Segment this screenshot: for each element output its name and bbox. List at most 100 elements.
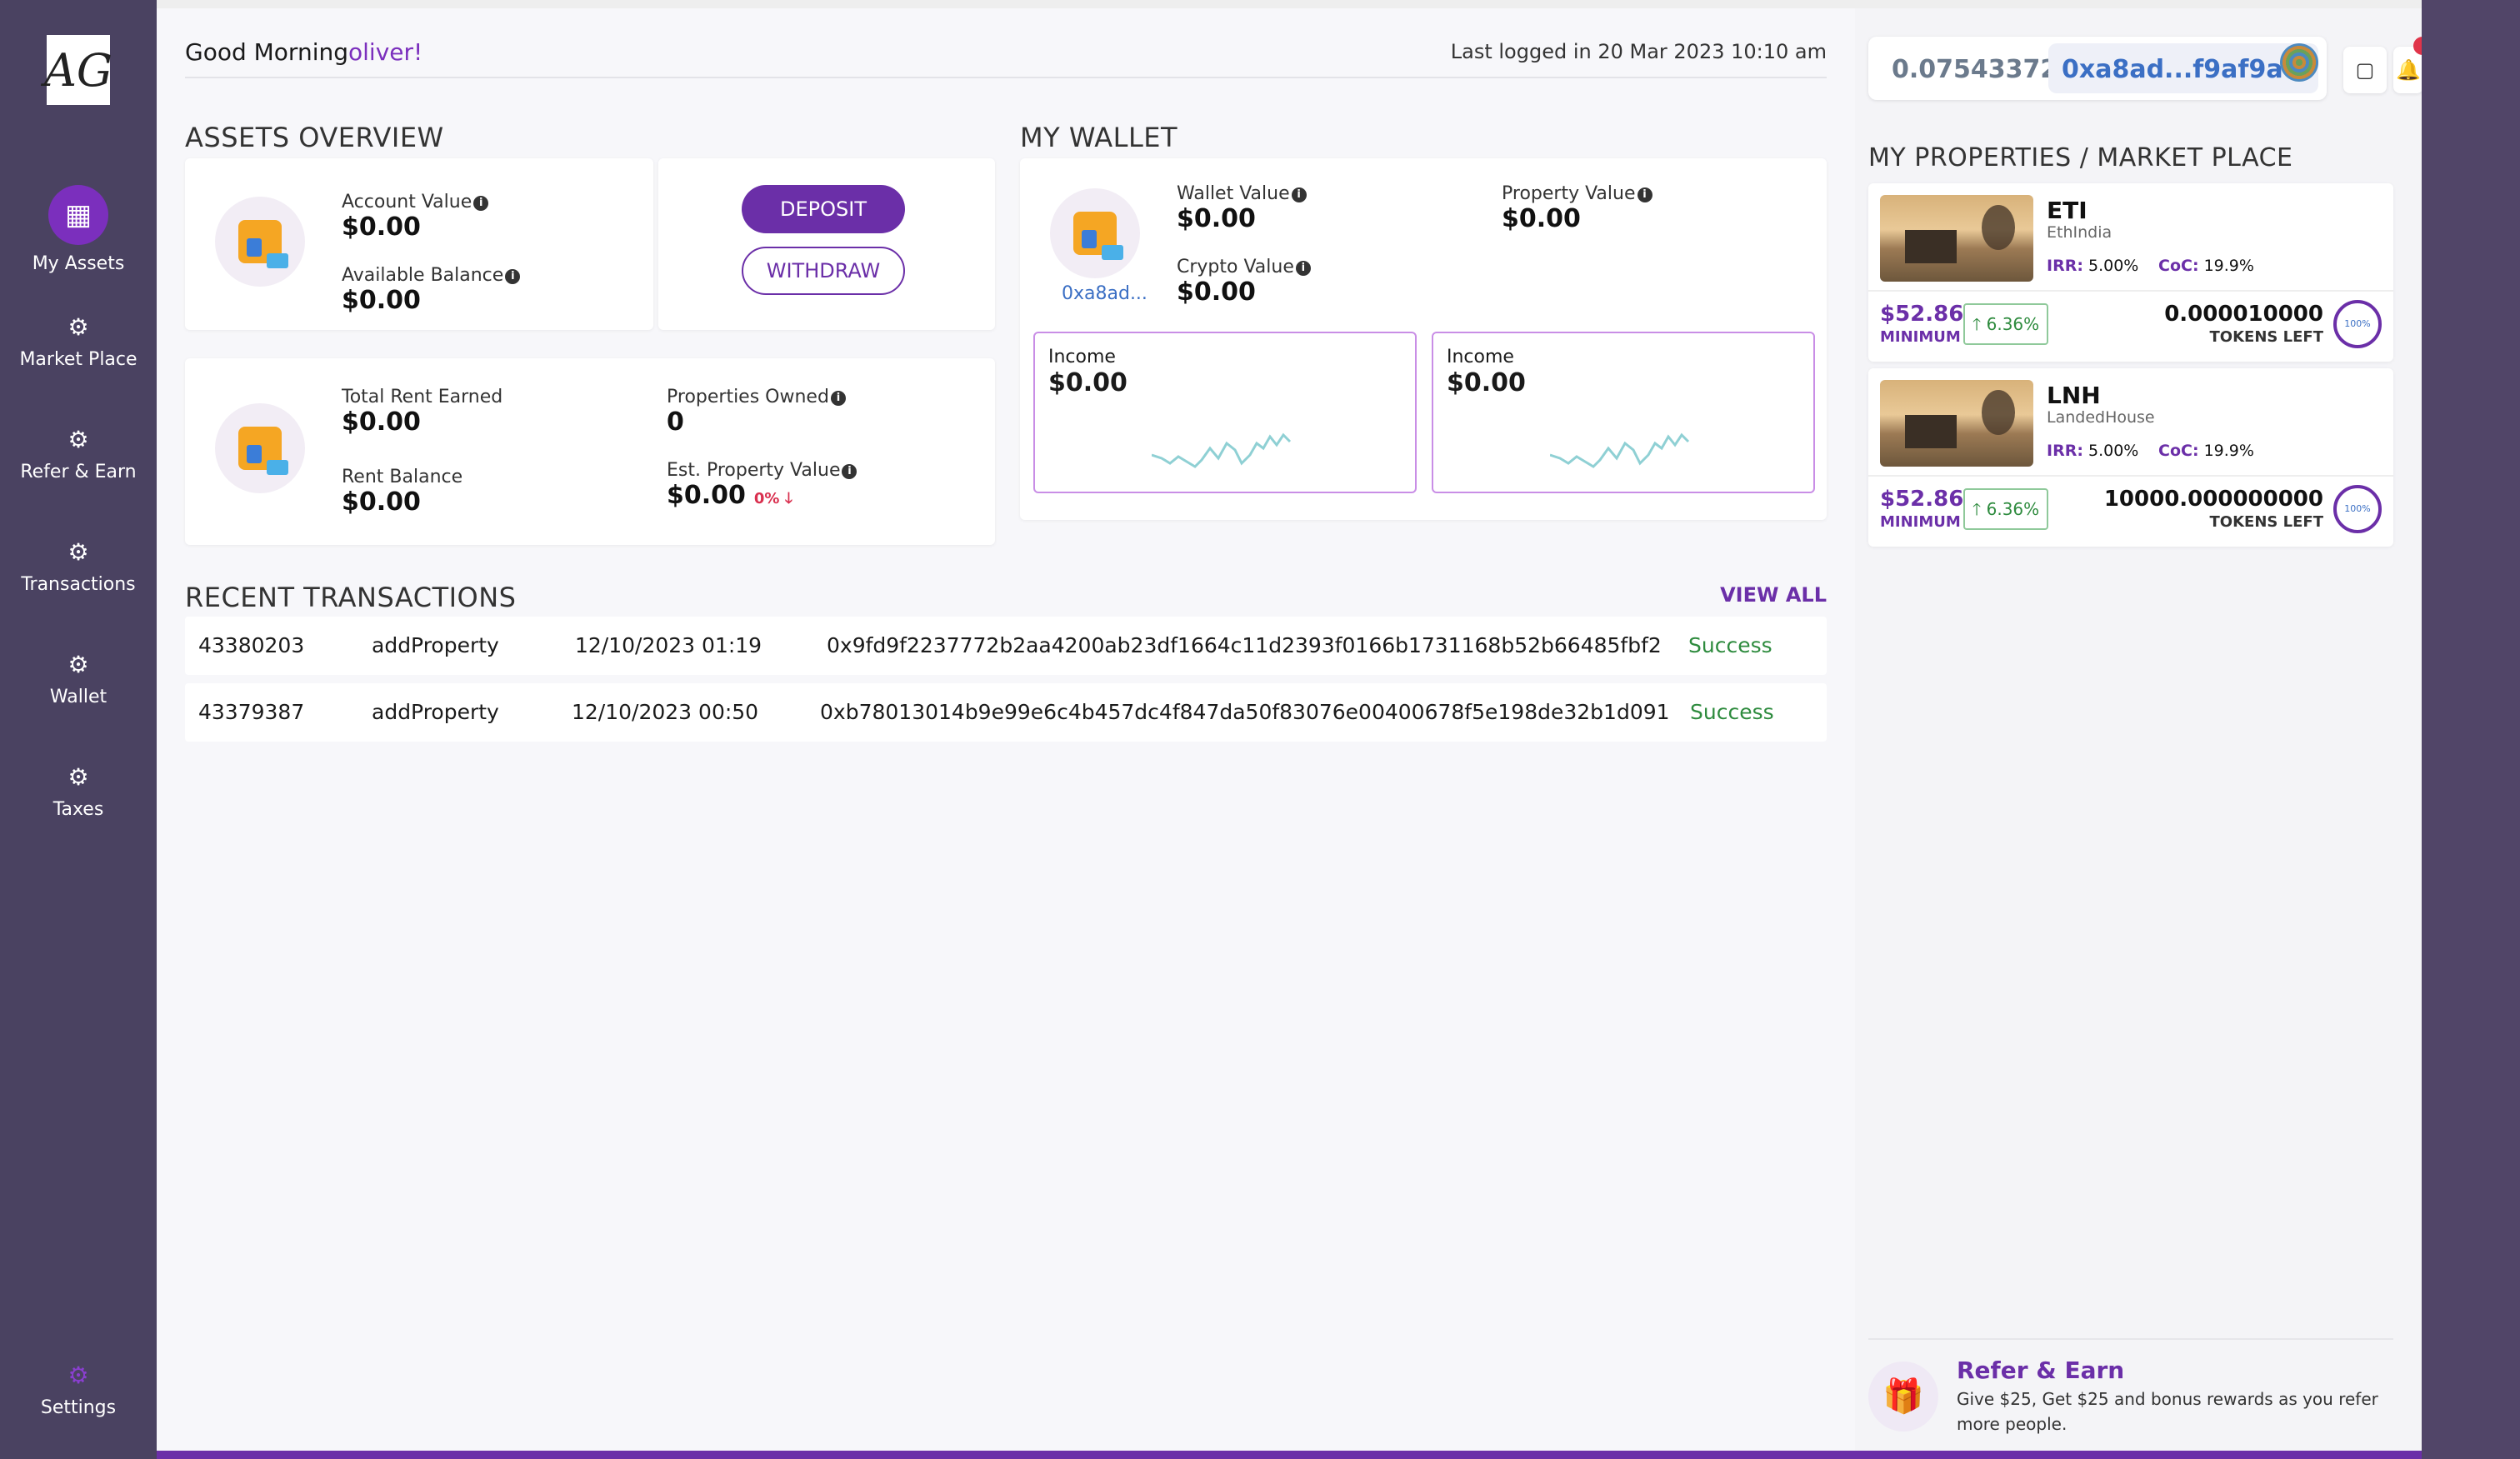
property-irr: IRR: 5.00% [2047,442,2139,460]
sidebar: AG ▦ My Assets ⚙ Market Place ⚙ Refer & … [0,0,157,1459]
total-rent-amount: $0.00 [342,407,421,437]
greeting: Good Morningoliver! [185,38,422,66]
refer-earn-title[interactable]: Refer & Earn [1957,1357,2124,1384]
greeting-text: Good Morning [185,38,348,66]
properties-owned-label: Properties Owned [667,387,829,407]
gear-icon: ⚙ [68,1362,89,1389]
property-value-label: Property Value [1502,183,1636,204]
marketplace-title: MY PROPERTIES / MARKET PLACE [1868,143,2293,172]
divider [1868,290,2393,292]
wallet-value: Wallet Value i $0.00 [1177,183,1307,233]
property-name: LNH [2047,382,2101,409]
income-amount: $0.00 [1048,368,1128,397]
income-card[interactable]: Income $0.00 [1432,332,1815,493]
wallet-address: 0xa8ad...f9af9a [2062,55,2283,84]
property-price: $52.86 [1880,487,1964,512]
gear-icon: ⚙ [68,538,89,566]
property-irr: IRR: 5.00% [2047,257,2139,275]
property-price: $52.86 [1880,302,1964,327]
my-wallet-title: MY WALLET [1020,122,1178,153]
info-icon[interactable]: i [1295,261,1311,276]
actions-card: DEPOSIT WITHDRAW [658,158,995,330]
view-all-link[interactable]: VIEW ALL [1720,583,1827,607]
property-card-eti[interactable]: ETI EthIndia IRR: 5.00% CoC: 19.9% $52.8… [1868,183,2393,362]
property-tokens-label: TOKENS LEFT [2209,328,2323,346]
bottom-accent-bar [157,1451,2422,1459]
info-icon[interactable]: i [1637,187,1652,202]
sidebar-item-label: Taxes [52,799,104,820]
info-icon[interactable]: i [1291,187,1307,202]
withdraw-button[interactable]: WITHDRAW [742,247,905,295]
property-progress-ring: 100% [2333,485,2382,533]
property-tokens-label: TOKENS LEFT [2209,513,2323,531]
property-subtitle: EthIndia [2047,223,2112,242]
crypto-value-label: Crypto Value [1177,257,1294,277]
deposit-button[interactable]: DEPOSIT [742,185,905,233]
sidebar-item-label: Settings [40,1397,117,1418]
tx-id: 43379387 [198,700,305,724]
tx-hash[interactable]: 0xb78013014b9e99e6c4b457dc4f847da50f8307… [820,700,1670,724]
info-icon[interactable]: i [473,196,489,211]
recent-transactions-title: RECENT TRANSACTIONS [185,582,517,613]
assets-overview-title: ASSETS OVERVIEW [185,122,444,153]
property-coc: CoC: 19.9% [2158,442,2254,460]
sidebar-item-transactions[interactable]: ⚙ Transactions [0,538,157,595]
arrow-up-icon: 🡑 [1972,499,1982,519]
rent-balance: Rent Balance $0.00 [342,467,462,517]
gear-icon: ⚙ [68,426,89,453]
table-row[interactable]: 43379387 addProperty 12/10/2023 00:50 0x… [185,683,1827,742]
info-icon[interactable]: i [505,269,521,284]
income-sparkline [1550,432,1690,468]
sidebar-item-taxes[interactable]: ⚙ Taxes [0,763,157,820]
income-label: Income [1048,347,1116,367]
info-icon[interactable]: i [842,464,858,479]
income-amount: $0.00 [1447,368,1526,397]
available-balance: Available Balance i $0.00 [342,265,521,315]
income-sparkline [1152,432,1292,468]
property-image [1880,380,2033,467]
income-card[interactable]: Income $0.00 [1033,332,1417,493]
tx-status: Success [1690,700,1774,724]
wallet-value-amount: $0.00 [1177,204,1256,233]
table-row[interactable]: 43380203 addProperty 12/10/2023 01:19 0x… [185,617,1827,675]
top-border [0,0,2520,8]
info-icon[interactable]: i [830,391,846,406]
properties-owned: Properties Owned i 0 [667,387,846,437]
property-tokens: 0.000010000 [2164,302,2323,327]
income-label: Income [1447,347,1514,367]
sidebar-item-label: Transactions [21,574,136,595]
tx-hash[interactable]: 0x9fd9f2237772b2aa4200ab23df1664c11d2393… [827,633,1662,657]
property-change-badge: 🡑 6.36% [1963,303,2048,345]
property-card-lnh[interactable]: LNH LandedHouse IRR: 5.00% CoC: 19.9% $5… [1868,368,2393,547]
tx-id: 43380203 [198,633,305,657]
property-change-badge: 🡑 6.36% [1963,488,2048,530]
property-coc: CoC: 19.9% [2158,257,2254,275]
property-progress-ring: 100% [2333,300,2382,348]
sidebar-item-settings[interactable]: ⚙ Settings [0,1362,157,1418]
wallet-balance-pill[interactable]: 0.07543372 0xa8ad...f9af9a [1868,37,2327,100]
wallet-address-short[interactable]: 0xa8ad... [1062,283,1148,304]
tx-date: 12/10/2023 00:50 [572,700,759,724]
sidebar-item-label: Market Place [19,349,138,370]
crypto-value: Crypto Value i $0.00 [1177,257,1311,307]
sidebar-item-refer-earn[interactable]: ⚙ Refer & Earn [0,426,157,482]
properties-owned-count: 0 [667,407,684,437]
sidebar-item-market-place[interactable]: ⚙ Market Place [0,313,157,370]
sidebar-item-wallet[interactable]: ⚙ Wallet [0,651,157,707]
sidebar-item-my-assets[interactable]: ▦ My Assets [0,185,157,274]
arrow-up-icon: 🡑 [1972,314,1982,334]
available-balance-amount: $0.00 [342,286,421,315]
app-logo[interactable]: AG [44,35,112,105]
tx-method: addProperty [372,700,499,724]
square-icon-button[interactable]: ▢ [2343,47,2387,93]
wallet-address-chip[interactable]: 0xa8ad...f9af9a [2048,43,2318,93]
est-property-amount: $0.00 [667,481,746,510]
est-property-label: Est. Property Value [667,460,841,481]
user-name: oliver! [348,38,423,66]
wallet-card: 0xa8ad... Wallet Value i $0.00 Property V… [1020,158,1827,520]
total-rent-earned: Total Rent Earned $0.00 [342,387,502,437]
rent-balance-amount: $0.00 [342,487,421,517]
right-panel: 0.07543372 0xa8ad...f9af9a ▢ 🔔 MY PROPER… [1855,8,2432,1451]
property-tokens: 10000.000000000 [2103,487,2323,512]
account-card: Account Value i $0.00 Available Balance i … [185,158,653,330]
